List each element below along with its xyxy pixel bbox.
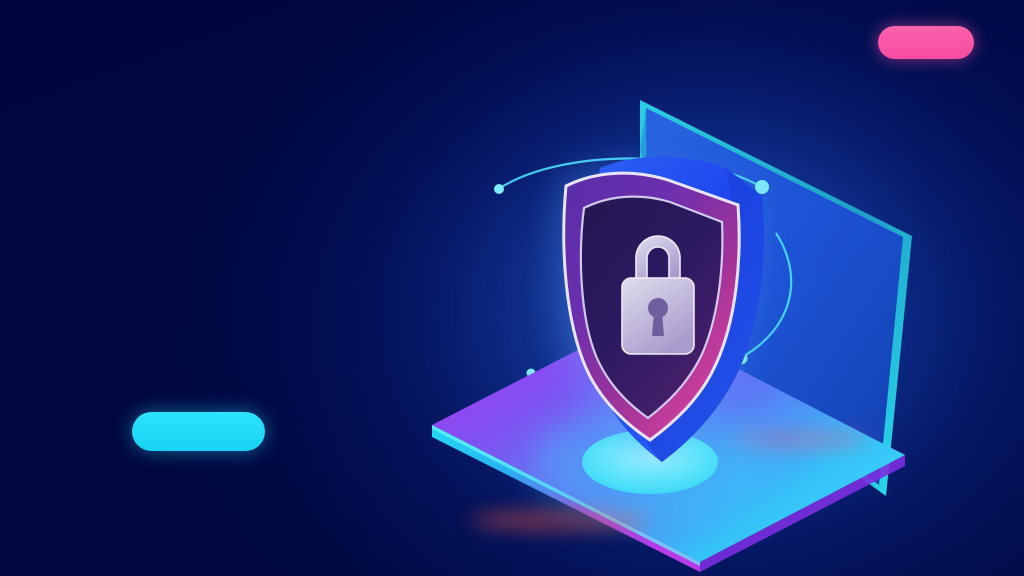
cta-button[interactable] <box>132 412 265 451</box>
page-root <box>0 0 1024 576</box>
hero-illustration <box>370 20 1024 576</box>
hero-copy <box>58 218 348 451</box>
top-navigation <box>0 0 1024 84</box>
sign-in-button[interactable] <box>878 26 974 59</box>
